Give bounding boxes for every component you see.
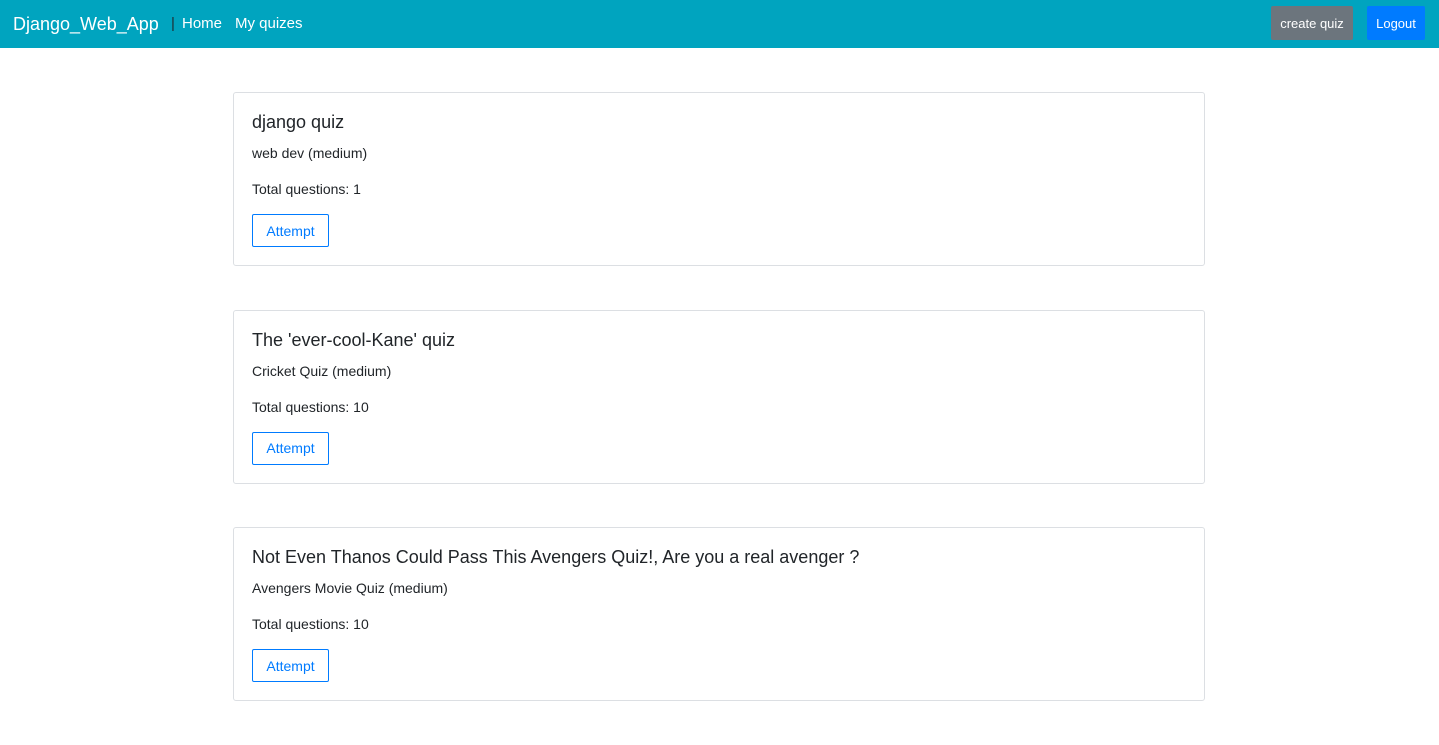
create-quiz-button[interactable]: create quiz [1271, 6, 1353, 40]
brand-link[interactable]: Django_Web_App [13, 12, 159, 36]
quiz-title: django quiz [252, 112, 345, 132]
quiz-category: Avengers Movie Quiz (medium) [252, 580, 448, 596]
quiz-question-count: Total questions: 10 [252, 616, 369, 632]
nav-link-home[interactable]: Home [182, 14, 222, 34]
attempt-button[interactable]: Attempt [252, 214, 329, 247]
quiz-card: Not Even Thanos Could Pass This Avengers… [233, 527, 1205, 701]
quiz-question-count: Total questions: 10 [252, 398, 369, 415]
quiz-question-count: Total questions: 1 [252, 181, 361, 197]
quiz-card: django quiz web dev (medium) Total quest… [233, 92, 1205, 266]
attempt-button[interactable]: Attempt [252, 431, 329, 465]
quiz-category: Cricket Quiz (medium) [252, 362, 392, 379]
quiz-title: The 'ever-cool-Kane' quiz [252, 329, 455, 350]
top-navbar: Django_Web_App | Home My quizes create q… [0, 0, 1439, 48]
nav-separator: | [171, 15, 175, 32]
quiz-list: django quiz web dev (medium) Total quest… [233, 92, 1205, 745]
attempt-button[interactable]: Attempt [252, 649, 329, 682]
quiz-card: The 'ever-cool-Kane' quiz Cricket Quiz (… [233, 309, 1205, 484]
logout-button[interactable]: Logout [1367, 6, 1425, 40]
quiz-category: web dev (medium) [252, 145, 368, 161]
nav-link-my-quizes[interactable]: My quizes [235, 14, 303, 34]
quiz-title: Not Even Thanos Could Pass This Avengers… [252, 547, 860, 567]
